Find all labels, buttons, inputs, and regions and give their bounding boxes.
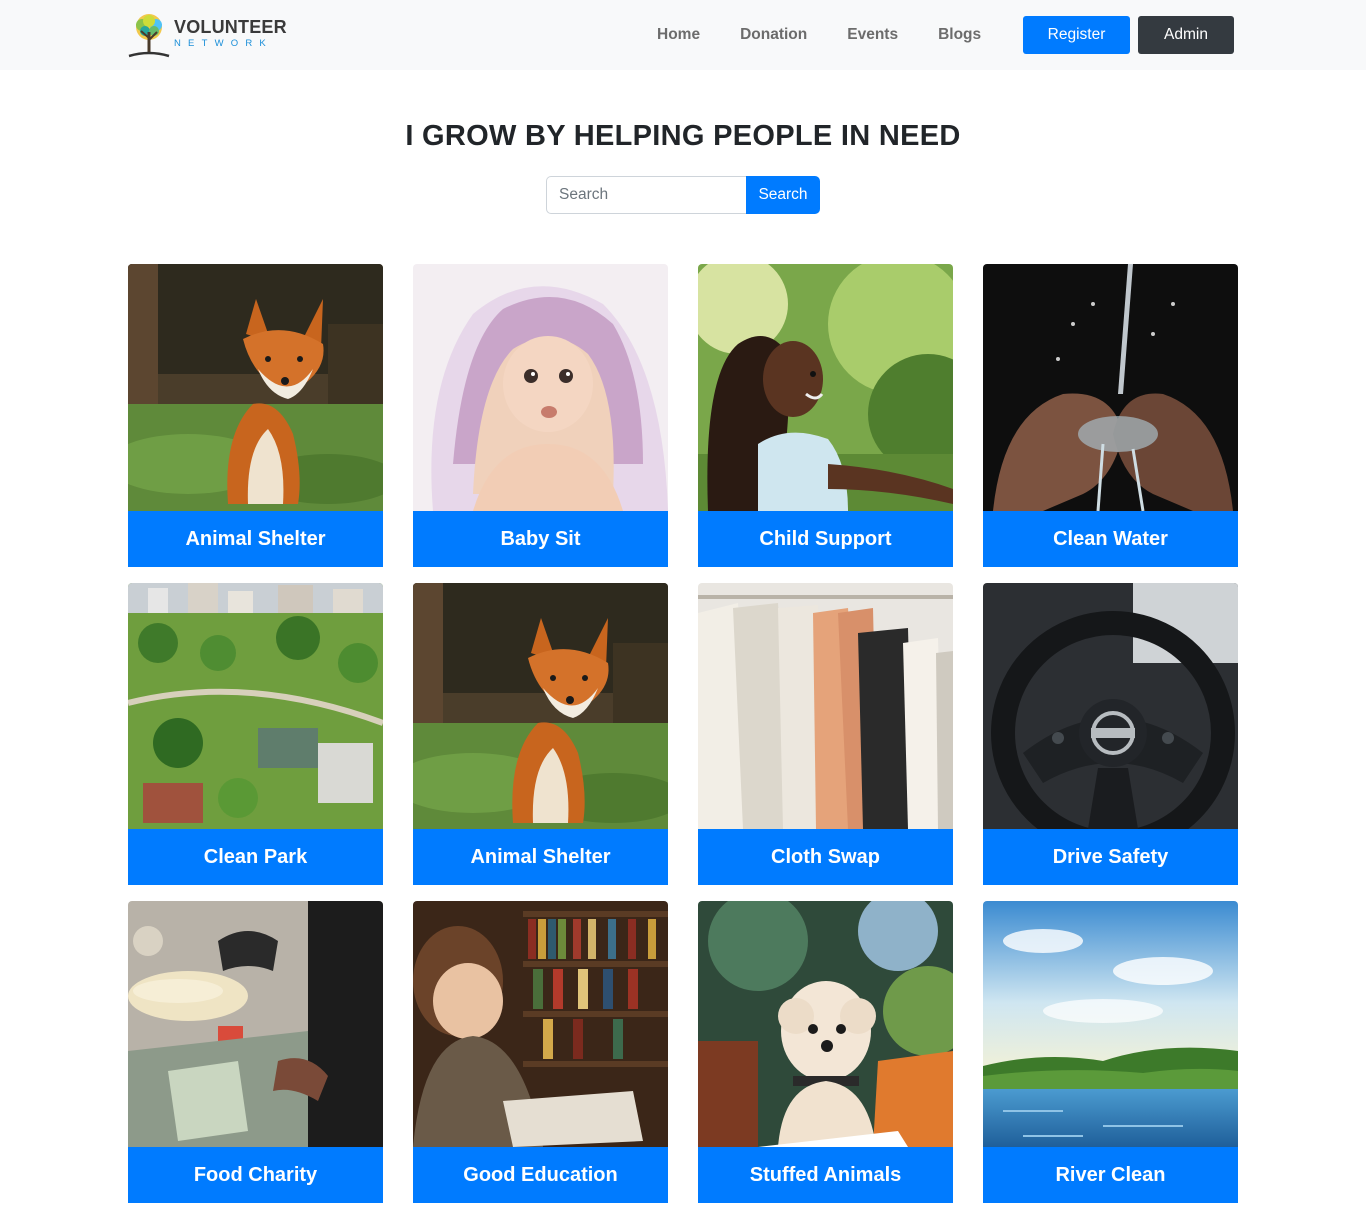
nav-events[interactable]: Events <box>827 26 918 44</box>
navbar: VOLUNTEER NETWORK Home Donation Events B… <box>0 0 1366 70</box>
card-label: Child Support <box>698 511 953 567</box>
card-label: Food Charity <box>128 1147 383 1203</box>
event-card[interactable]: Good Education <box>413 901 668 1203</box>
steering-wheel-image <box>983 583 1238 829</box>
brand-tagline: NETWORK <box>174 38 273 49</box>
brand-logo[interactable]: VOLUNTEER NETWORK <box>128 12 288 60</box>
event-card[interactable]: Cloth Swap <box>698 583 953 885</box>
search-button[interactable]: Search <box>746 176 820 214</box>
water-image <box>983 264 1238 511</box>
fox-image <box>413 583 668 829</box>
event-card[interactable]: Clean Water <box>983 264 1238 567</box>
food-charity-image <box>128 901 383 1147</box>
event-card[interactable]: Child Support <box>698 264 953 567</box>
card-label: River Clean <box>983 1147 1238 1203</box>
event-card[interactable]: Food Charity <box>128 901 383 1203</box>
brand-name: VOLUNTEER <box>174 17 287 37</box>
search-input[interactable] <box>546 176 746 214</box>
nav-home[interactable]: Home <box>637 26 720 44</box>
card-label: Stuffed Animals <box>698 1147 953 1203</box>
baby-image <box>413 264 668 511</box>
card-label: Cloth Swap <box>698 829 953 885</box>
event-card[interactable]: River Clean <box>983 901 1238 1203</box>
card-label: Drive Safety <box>983 829 1238 885</box>
event-card[interactable]: Baby Sit <box>413 264 668 567</box>
event-card[interactable]: Clean Park <box>128 583 383 885</box>
card-label: Good Education <box>413 1147 668 1203</box>
clothes-image <box>698 583 953 829</box>
river-image <box>983 901 1238 1147</box>
card-label: Animal Shelter <box>413 829 668 885</box>
tree-logo-icon <box>128 12 170 58</box>
event-card[interactable]: Drive Safety <box>983 583 1238 885</box>
nav-blogs[interactable]: Blogs <box>918 26 1001 44</box>
card-label: Clean Water <box>983 511 1238 567</box>
fox-image <box>128 264 383 511</box>
nav-donation[interactable]: Donation <box>720 26 827 44</box>
event-card[interactable]: Animal Shelter <box>413 583 668 885</box>
event-card[interactable]: Stuffed Animals <box>698 901 953 1203</box>
card-label: Clean Park <box>128 829 383 885</box>
card-label: Baby Sit <box>413 511 668 567</box>
dog-image <box>698 901 953 1147</box>
register-button[interactable]: Register <box>1023 16 1130 54</box>
child-image <box>698 264 953 511</box>
card-label: Animal Shelter <box>128 511 383 567</box>
books-image <box>413 901 668 1147</box>
page-title: I GROW BY HELPING PEOPLE IN NEED <box>405 120 961 152</box>
event-card[interactable]: Animal Shelter <box>128 264 383 567</box>
admin-button[interactable]: Admin <box>1138 16 1234 54</box>
park-image <box>128 583 383 829</box>
nav-links: Home Donation Events Blogs <box>637 16 1001 54</box>
